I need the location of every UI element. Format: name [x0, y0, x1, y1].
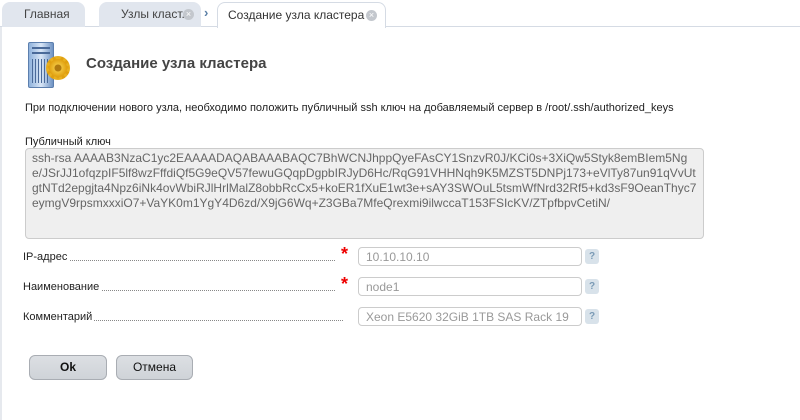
help-icon[interactable]: ? [585, 279, 599, 294]
comment-input[interactable]: Xeon E5620 32GiB 1TB SAS Rack 19 [358, 307, 582, 326]
close-icon[interactable]: × [366, 10, 377, 21]
ok-button[interactable]: Ok [29, 355, 107, 380]
ip-address-input[interactable]: 10.10.10.10 [358, 247, 582, 266]
divider [0, 27, 2, 420]
form-row-comment: Комментарий Xeon E5620 32GiB 1TB SAS Rac… [23, 307, 623, 327]
public-key-label: Публичный ключ [25, 136, 111, 148]
close-icon[interactable]: × [183, 9, 194, 20]
field-label: Наименование [23, 281, 102, 293]
form-row-ip: IP-адрес * 10.10.10.10 ? [23, 244, 623, 267]
field-label: Комментарий [23, 311, 95, 323]
tab-label: Главная [24, 7, 70, 21]
cancel-button[interactable]: Отмена [116, 355, 193, 380]
field-label: IP-адрес [23, 251, 70, 263]
info-text: При подключении нового узла, необходимо … [25, 102, 674, 114]
required-mark: * [341, 244, 349, 264]
tab-bar: Главная Узлы класт... × › Создание узла к… [0, 0, 800, 28]
tab-cluster-nodes[interactable]: Узлы класт... × [99, 2, 201, 27]
public-key-field[interactable]: ssh-rsa AAAAB3NzaC1yc2EAAAADAQABAAABAQC7… [25, 148, 704, 239]
name-input[interactable]: node1 [358, 277, 582, 296]
page-title: Создание узла кластера [86, 55, 267, 72]
tab-label: Создание узла кластера [228, 8, 365, 22]
tab-create-node[interactable]: Создание узла кластера × [217, 2, 386, 28]
form-row-name: Наименование * node1 ? [23, 274, 623, 297]
tab-home[interactable]: Главная [2, 2, 85, 27]
tab-label: Узлы класт... [121, 7, 192, 21]
required-mark: * [341, 274, 349, 294]
help-icon[interactable]: ? [585, 309, 599, 324]
dotted-leader [23, 260, 335, 261]
server-gear-icon [28, 42, 74, 90]
chevron-right-icon: › [204, 5, 209, 20]
help-icon[interactable]: ? [585, 249, 599, 264]
